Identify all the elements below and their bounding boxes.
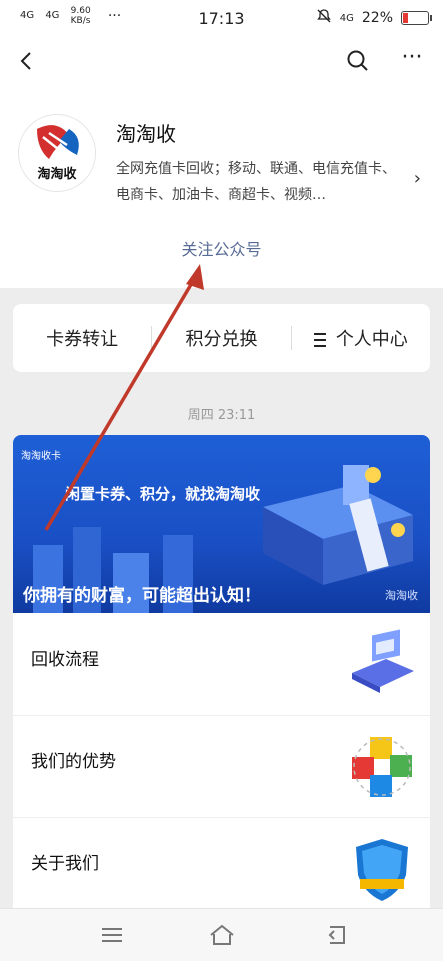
- search-icon[interactable]: [345, 48, 371, 74]
- battery-icon: [401, 11, 432, 25]
- menu-item-personal-center[interactable]: 个人中心: [292, 325, 430, 351]
- status-bar: 4G 4G 9.60 KB/s ··· 17:13 4G 22%: [0, 0, 443, 36]
- article-item-label: 我们的优势: [31, 752, 116, 772]
- account-name[interactable]: 淘淘收: [116, 118, 176, 147]
- article-item[interactable]: 我们的优势: [13, 715, 430, 818]
- recycle-process-icon: [346, 629, 418, 701]
- banner-brand: 淘淘收卡: [21, 451, 61, 462]
- account-profile: 淘淘收 淘淘收 全网充值卡回收；移动、联通、电信充值卡、电商卡、加油卡、商超卡、…: [0, 88, 443, 288]
- account-logo[interactable]: 淘淘收: [18, 114, 96, 192]
- puzzle-pieces-icon: [346, 731, 418, 803]
- message-timestamp: 周四 23:11: [187, 408, 256, 423]
- back-nav-icon[interactable]: [322, 921, 350, 949]
- menu-list-icon: [313, 333, 326, 347]
- network-type: 4G: [339, 12, 354, 24]
- back-icon[interactable]: [14, 48, 40, 74]
- menu-icon[interactable]: [98, 921, 126, 949]
- more-icon[interactable]: ···: [399, 47, 425, 74]
- bottom-menu-card: 卡券转让 积分兑换 个人中心: [13, 304, 430, 372]
- home-icon[interactable]: [208, 921, 236, 949]
- battery-percent: 22%: [361, 10, 393, 26]
- article-card: 淘淘收卡 闲置卡券、积分，就找淘淘收 你拥有的财富，可能超出认知！ 淘淘收 回收…: [13, 435, 430, 915]
- banner-slogan: 闲置卡券、积分，就找淘淘收: [65, 485, 261, 503]
- menu-item-card-transfer[interactable]: 卡券转让: [13, 325, 151, 351]
- nav-bar: ···: [0, 36, 443, 88]
- account-description[interactable]: 全网充值卡回收；移动、联通、电信充值卡、电商卡、加油卡、商超卡、视频…: [116, 156, 396, 208]
- article-item-label: 关于我们: [31, 854, 99, 874]
- menu-item-label: 个人中心: [335, 329, 408, 350]
- message-area: 卡券转让 积分兑换 个人中心 周四 23:11 淘淘收卡 闲置卡券、积分，就找淘…: [0, 288, 443, 915]
- status-right: 4G 22%: [316, 8, 432, 28]
- mute-icon: [316, 8, 332, 28]
- article-item-label: 回收流程: [31, 650, 99, 670]
- follow-account-button[interactable]: 关注公众号: [0, 236, 443, 260]
- banner-watermark: 淘淘收: [385, 589, 418, 602]
- battery-fill: [403, 13, 409, 23]
- chevron-right-icon[interactable]: ›: [414, 168, 421, 189]
- article-title: 你拥有的财富，可能超出认知！: [23, 586, 261, 606]
- article-item[interactable]: 回收流程: [13, 613, 430, 716]
- shield-badge-icon: [346, 833, 418, 905]
- article-banner[interactable]: 淘淘收卡 闲置卡券、积分，就找淘淘收 你拥有的财富，可能超出认知！ 淘淘收: [13, 435, 430, 613]
- system-nav-bar: [0, 908, 443, 961]
- article-item[interactable]: 关于我们: [13, 817, 430, 915]
- logo-text: 淘淘收: [37, 167, 77, 182]
- menu-item-points-exchange[interactable]: 积分兑换: [152, 325, 290, 351]
